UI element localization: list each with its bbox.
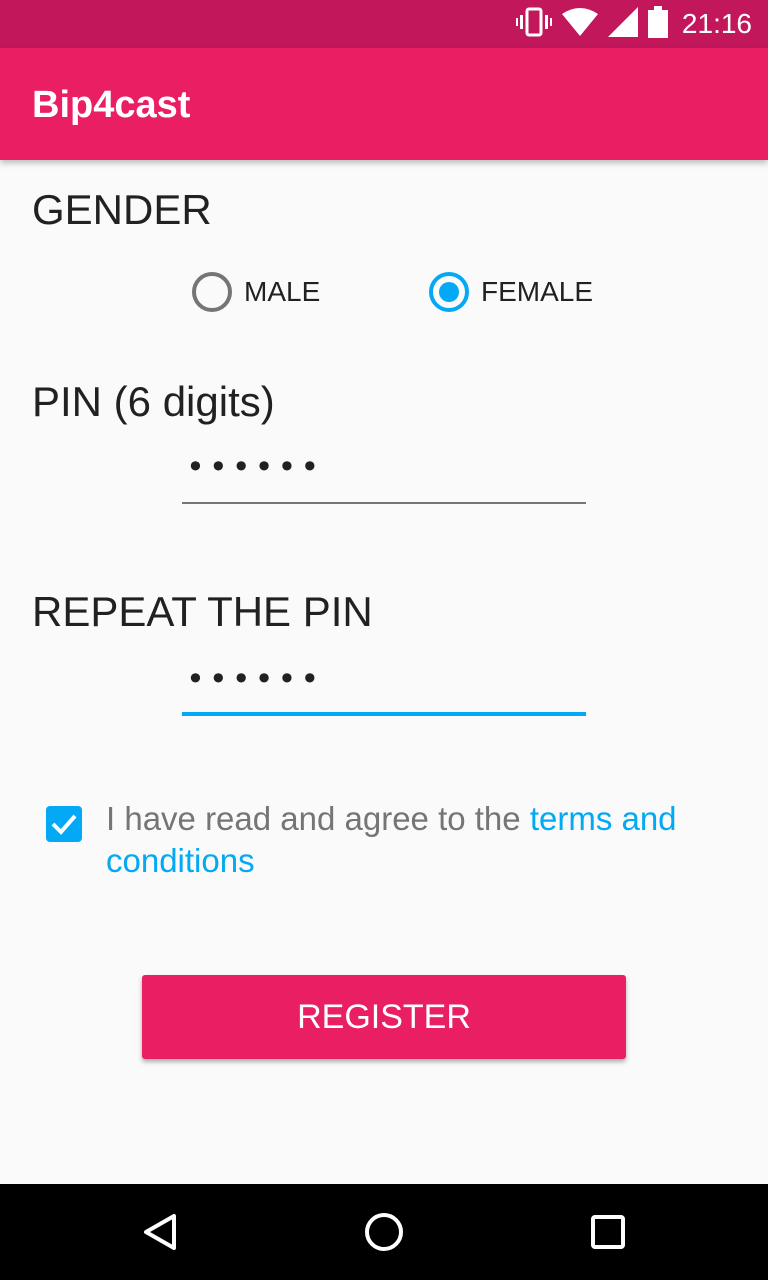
radio-female-label: FEMALE bbox=[481, 276, 594, 307]
pin-value: •••••• bbox=[186, 448, 324, 486]
recents-icon[interactable] bbox=[584, 1208, 632, 1256]
repeat-pin-value: •••••• bbox=[186, 660, 324, 698]
status-time: 21:16 bbox=[681, 8, 752, 39]
pin-input[interactable]: •••••• bbox=[182, 440, 586, 504]
repeat-pin-underline bbox=[182, 712, 586, 716]
wifi-icon bbox=[561, 7, 598, 41]
gender-label: GENDER bbox=[32, 186, 212, 233]
terms-checkbox[interactable] bbox=[46, 806, 82, 842]
check-icon bbox=[51, 814, 77, 835]
pin-underline bbox=[182, 502, 586, 504]
radio-male-circle[interactable] bbox=[192, 272, 232, 312]
app-bar: Bip4cast bbox=[0, 48, 768, 160]
status-icons: 21:16 bbox=[515, 0, 752, 48]
terms-text: I have read and agree to the terms and c… bbox=[106, 798, 746, 882]
pin-label: PIN (6 digits) bbox=[32, 378, 275, 425]
terms-prefix: I have read and agree to the bbox=[106, 800, 530, 837]
register-button[interactable]: REGISTER bbox=[142, 975, 626, 1059]
back-icon[interactable] bbox=[136, 1208, 184, 1256]
repeat-pin-label: REPEAT THE PIN bbox=[32, 588, 373, 635]
radio-male-label: MALE bbox=[244, 276, 321, 307]
radio-female[interactable]: FEMALE bbox=[429, 272, 593, 312]
vibrate-icon bbox=[515, 7, 552, 42]
repeat-pin-input[interactable]: •••••• bbox=[182, 652, 586, 716]
home-icon[interactable] bbox=[360, 1208, 408, 1256]
radio-female-circle[interactable] bbox=[429, 272, 469, 312]
signal-icon bbox=[607, 6, 638, 42]
battery-icon bbox=[647, 5, 668, 43]
app-title: Bip4cast bbox=[32, 84, 191, 126]
radio-male[interactable]: MALE bbox=[192, 272, 320, 312]
status-bar: 21:16 bbox=[0, 0, 768, 48]
nav-bar bbox=[0, 1184, 768, 1280]
